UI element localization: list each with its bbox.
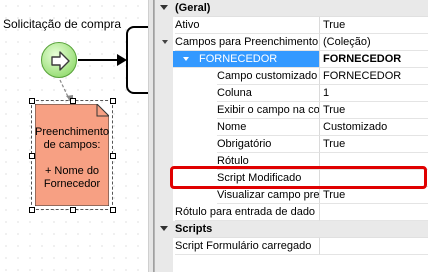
resize-handle[interactable] [110, 98, 116, 104]
property-row-exibir[interactable]: Exibir o campo na co True [155, 102, 428, 119]
collapse-icon[interactable] [162, 40, 168, 44]
task-fill-fields[interactable]: Preenchimento de campos: + Nome do Forne… [29, 98, 116, 213]
resize-handle[interactable] [29, 207, 35, 213]
resize-handle[interactable] [110, 153, 116, 159]
property-row-rotulo[interactable]: Rótulo [155, 153, 428, 170]
property-row-campo-customizado[interactable]: Campo customizado FORNECEDOR [155, 68, 428, 85]
task-label: Preenchimento de campos: + Nome do Forne… [35, 126, 109, 190]
property-row-coluna[interactable]: Coluna 1 [155, 85, 428, 102]
resize-handle[interactable] [70, 98, 76, 104]
collapse-icon[interactable] [183, 57, 189, 61]
property-row-obrigatorio[interactable]: Obrigatório True [155, 136, 428, 153]
resize-handle[interactable] [70, 207, 76, 213]
property-row-fornecedor[interactable]: FORNECEDOR FORNECEDOR [155, 51, 428, 68]
resize-handle[interactable] [110, 207, 116, 213]
property-grid[interactable]: (Geral) Ativo True Campos para Preenchim… [154, 0, 428, 272]
category-scripts[interactable]: Scripts [155, 221, 428, 238]
property-row-script-form[interactable]: Script Formulário carregado [155, 238, 428, 255]
start-event[interactable] [41, 42, 77, 78]
property-row-ativo[interactable]: Ativo True [155, 17, 428, 34]
resize-handle[interactable] [29, 98, 35, 104]
property-row-empty [155, 255, 428, 272]
property-row-nome[interactable]: Nome Customizado [155, 119, 428, 136]
arrow-right-icon [51, 51, 70, 71]
property-row-script-modificado[interactable]: Script Modificado [155, 170, 428, 187]
property-row-visualizar[interactable]: Visualizar campo pre True [155, 187, 428, 204]
next-activity[interactable] [126, 26, 148, 94]
property-row-campos[interactable]: Campos para Preenchimento (Coleção) [155, 34, 428, 51]
collapse-icon[interactable] [160, 5, 168, 10]
resize-handle[interactable] [29, 153, 35, 159]
property-row-rotulo-entrada[interactable]: Rótulo para entrada de dado [155, 204, 428, 221]
collapse-icon[interactable] [160, 226, 168, 231]
workflow-canvas[interactable]: Solicitação de compra Preenchimento de c… [0, 0, 148, 272]
category-general[interactable]: (Geral) [155, 0, 428, 17]
